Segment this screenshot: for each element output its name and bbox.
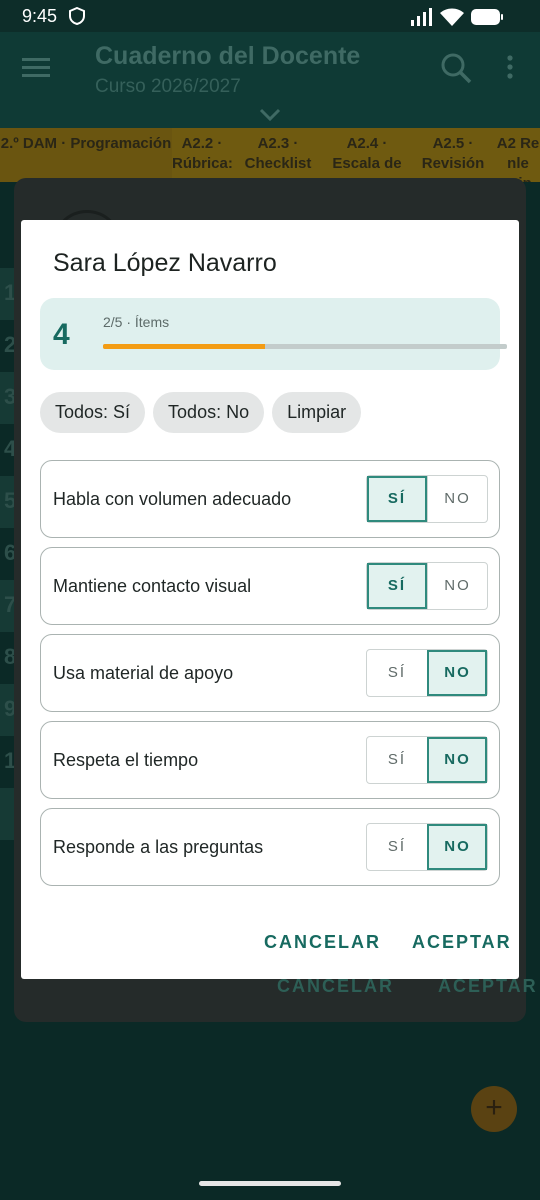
- score-caption: 2/5 · Ítems: [103, 314, 170, 330]
- yes-option[interactable]: SÍ: [367, 650, 427, 696]
- all-no-chip[interactable]: Todos: No: [153, 392, 265, 433]
- home-indicator[interactable]: [199, 1181, 341, 1186]
- no-option[interactable]: NO: [427, 476, 487, 522]
- signal-icon: [410, 8, 434, 31]
- score-progress-bar: [103, 344, 507, 349]
- menu-icon[interactable]: [22, 56, 50, 83]
- shield-icon: [69, 6, 85, 30]
- yes-option[interactable]: SÍ: [367, 476, 427, 522]
- grade-column-headers: 2.º DAM · Programación A2.2 · Rúbrica: A…: [0, 128, 540, 182]
- accept-button[interactable]: ACEPTAR: [412, 932, 512, 953]
- app-subtitle: Curso 2026/2027: [95, 76, 241, 97]
- column-header[interactable]: A2.3 · Checklist: [232, 128, 324, 182]
- battery-icon: [470, 8, 504, 31]
- cancel-button[interactable]: CANCELAR: [264, 932, 381, 953]
- no-option[interactable]: NO: [427, 563, 487, 609]
- yes-no-toggle: SÍ NO: [366, 562, 488, 610]
- more-vert-icon[interactable]: [505, 54, 515, 85]
- add-icon[interactable]: +: [471, 1086, 517, 1132]
- dialog-title: Sara López Navarro: [53, 249, 277, 277]
- app-bar: Cuaderno del Docente Curso 2026/2027: [0, 32, 540, 128]
- status-time: 9:45: [22, 6, 58, 26]
- checklist-item: Responde a las preguntas SÍ NO: [40, 808, 500, 886]
- yes-option[interactable]: SÍ: [367, 563, 427, 609]
- yes-option[interactable]: SÍ: [367, 737, 427, 783]
- background-accept-button: ACEPTAR: [438, 976, 538, 996]
- dialog-actions: CANCELAR ACEPTAR: [264, 932, 512, 953]
- score-card: 4 2/5 · Ítems: [40, 298, 507, 370]
- yes-no-toggle: SÍ NO: [366, 475, 488, 523]
- no-option[interactable]: NO: [427, 650, 487, 696]
- checklist-item: Mantiene contacto visual SÍ NO: [40, 547, 500, 625]
- search-icon[interactable]: [440, 52, 472, 89]
- chevron-down-icon[interactable]: [258, 106, 282, 127]
- item-label: Habla con volumen adecuado: [53, 489, 292, 509]
- wifi-icon: [440, 8, 464, 31]
- clear-chip[interactable]: Limpiar: [272, 392, 362, 433]
- column-header[interactable]: A2 Re nle ntin: [496, 128, 540, 182]
- status-bar: 9:45: [0, 0, 540, 32]
- row-strip: [0, 788, 14, 840]
- app-title: Cuaderno del Docente: [95, 42, 361, 70]
- checklist-item: Habla con volumen adecuado SÍ NO: [40, 460, 500, 538]
- background-cancel-button: CANCELAR: [277, 976, 394, 996]
- column-header[interactable]: A2.4 · Escala de: [324, 128, 410, 182]
- item-label: Mantiene contacto visual: [53, 576, 252, 596]
- column-header[interactable]: A2.5 · Revisión: [410, 128, 496, 182]
- score-progress-fill: [103, 344, 265, 349]
- column-header[interactable]: 2.º DAM · Programación: [0, 128, 172, 182]
- yes-no-toggle: SÍ NO: [366, 823, 488, 871]
- no-option[interactable]: NO: [427, 737, 487, 783]
- yes-no-toggle: SÍ NO: [366, 736, 488, 784]
- checklist-item: Usa material de apoyo SÍ NO: [40, 634, 500, 712]
- checklist-item: Respeta el tiempo SÍ NO: [40, 721, 500, 799]
- all-yes-chip[interactable]: Todos: Sí: [40, 392, 146, 433]
- no-option[interactable]: NO: [427, 824, 487, 870]
- item-label: Responde a las preguntas: [53, 837, 264, 857]
- column-header[interactable]: A2.2 · Rúbrica:: [172, 128, 232, 182]
- yes-no-toggle: SÍ NO: [366, 649, 488, 697]
- score-value: 4: [53, 318, 70, 351]
- quick-actions: Todos: Sí Todos: No Limpiar: [40, 392, 362, 433]
- item-label: Usa material de apoyo: [53, 663, 234, 683]
- yes-option[interactable]: SÍ: [367, 824, 427, 870]
- item-label: Respeta el tiempo: [53, 750, 199, 770]
- checklist-dialog: Sara López Navarro 4 2/5 · Ítems Todos: …: [21, 220, 519, 979]
